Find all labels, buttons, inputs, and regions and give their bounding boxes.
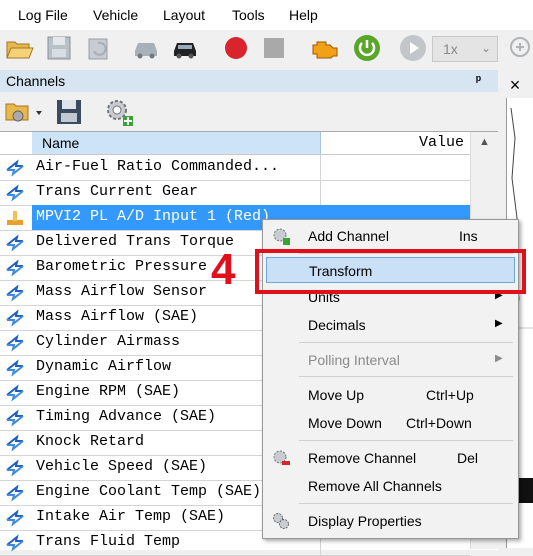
menu-separator — [299, 503, 513, 504]
car-disconnected-icon[interactable] — [131, 33, 161, 63]
submenu-arrow-icon: ▶ — [495, 318, 503, 329]
highlight-box — [255, 249, 526, 294]
row-name: Mass Airflow (SAE) — [36, 308, 199, 325]
pid-channel-icon — [4, 233, 26, 253]
menu-help[interactable]: Help — [289, 7, 318, 23]
menu-item-polling-interval[interactable]: Polling Interval ▶ — [263, 347, 518, 373]
power-icon[interactable] — [352, 33, 382, 63]
column-value-header[interactable]: Value — [320, 132, 470, 154]
add-channel-gear-icon[interactable] — [103, 96, 135, 128]
add-channel-icon — [271, 226, 291, 246]
table-row[interactable]: Air-Fuel Ratio Commanded... — [0, 155, 470, 181]
close-icon[interactable]: × — [503, 75, 527, 95]
pid-channel-icon — [4, 508, 26, 528]
row-value-cell — [320, 155, 470, 180]
row-name: Air-Fuel Ratio Commanded... — [36, 158, 280, 175]
speed-select[interactable]: 1x ⌄ — [432, 36, 498, 62]
pid-channel-icon — [4, 383, 26, 403]
menu-item-decimals[interactable]: Decimals ▶ — [263, 312, 518, 338]
menu-item-remove-channel[interactable]: Remove Channel Del — [263, 445, 518, 471]
column-name-header[interactable]: Name — [32, 132, 321, 154]
panel-title: Channels — [6, 73, 66, 89]
submenu-arrow-icon: ▶ — [495, 353, 503, 364]
check-engine-icon[interactable] — [310, 33, 340, 63]
row-name: MPVI2 PL A/D Input 1 (Red) — [36, 208, 271, 225]
pid-channel-icon — [4, 533, 26, 553]
pid-channel-icon — [4, 483, 26, 503]
menu-item-remove-all-channels[interactable]: Remove All Channels — [263, 473, 518, 499]
pin-icon[interactable]: ᵖ — [476, 72, 481, 87]
menu-bar: Log File Vehicle Layout Tools Help — [0, 0, 533, 30]
channels-panel-header: Channels ᵖ — [0, 70, 498, 92]
pid-channel-icon — [4, 458, 26, 478]
row-name-cell: Trans Current Gear — [32, 180, 321, 205]
main-toolbar: 1x ⌄ — [0, 30, 533, 68]
speed-select-value: 1x — [443, 41, 458, 57]
record-icon[interactable] — [221, 33, 251, 63]
zoom-in-icon[interactable] — [506, 33, 533, 63]
menu-item-move-up[interactable]: Move Up Ctrl+Up — [263, 382, 518, 408]
row-name: Engine RPM (SAE) — [36, 383, 181, 400]
row-name: Engine Coolant Temp (SAE) — [36, 483, 262, 500]
row-name: Intake Air Temp (SAE) — [36, 508, 226, 525]
row-name: Barometric Pressure — [36, 258, 208, 275]
row-name: Cylinder Airmass — [36, 333, 181, 350]
pid-channel-icon — [4, 408, 26, 428]
stop-icon[interactable] — [259, 33, 289, 63]
pid-channel-icon — [4, 283, 26, 303]
analog-input-icon — [4, 208, 26, 228]
menu-separator — [299, 342, 513, 343]
menu-separator — [299, 376, 513, 377]
row-name: Dynamic Airflow — [36, 358, 172, 375]
pid-channel-icon — [4, 158, 26, 178]
pid-channel-icon — [4, 183, 26, 203]
table-row[interactable]: Trans Current Gear — [0, 180, 470, 206]
row-name: Vehicle Speed (SAE) — [36, 458, 208, 475]
row-name: Trans Current Gear — [36, 183, 199, 200]
menu-item-add-channel[interactable]: Add Channel Ins — [263, 223, 518, 249]
open-folder-icon[interactable] — [4, 33, 34, 63]
menu-item-move-down[interactable]: Move Down Ctrl+Down — [263, 410, 518, 436]
menu-vehicle[interactable]: Vehicle — [93, 7, 138, 23]
menu-log-file[interactable]: Log File — [18, 7, 68, 23]
step-number: 4 — [211, 245, 236, 294]
row-name: Timing Advance (SAE) — [36, 408, 217, 425]
save-icon[interactable] — [44, 33, 74, 63]
row-value-cell — [320, 180, 470, 205]
pid-channel-icon — [4, 333, 26, 353]
scroll-up-arrow-icon[interactable]: ▲ — [479, 136, 490, 148]
play-icon[interactable] — [398, 33, 428, 63]
row-name-cell: Air-Fuel Ratio Commanded... — [32, 155, 321, 180]
row-name: Knock Retard — [36, 433, 145, 450]
row-name: Delivered Trans Torque — [36, 233, 235, 250]
menu-item-display-properties[interactable]: Display Properties — [263, 508, 518, 534]
channels-toolbar — [0, 92, 498, 130]
save-channels-icon[interactable] — [55, 98, 83, 126]
menu-tools[interactable]: Tools — [232, 7, 265, 23]
display-properties-icon — [271, 511, 291, 531]
pid-channel-icon — [4, 258, 26, 278]
remove-channel-icon — [271, 448, 291, 468]
row-name: Trans Fluid Temp — [36, 533, 181, 550]
pid-channel-icon — [4, 433, 26, 453]
pid-channel-icon — [4, 358, 26, 378]
open-channels-icon[interactable] — [5, 98, 45, 126]
row-name: Mass Airflow Sensor — [36, 283, 208, 300]
chevron-down-icon: ⌄ — [481, 41, 492, 55]
car-connect-icon[interactable] — [170, 33, 200, 63]
pid-channel-icon — [4, 308, 26, 328]
menu-layout[interactable]: Layout — [163, 7, 205, 23]
grid-header: Name Value — [0, 132, 470, 155]
menu-separator — [299, 440, 513, 441]
sync-icon[interactable] — [84, 33, 114, 63]
